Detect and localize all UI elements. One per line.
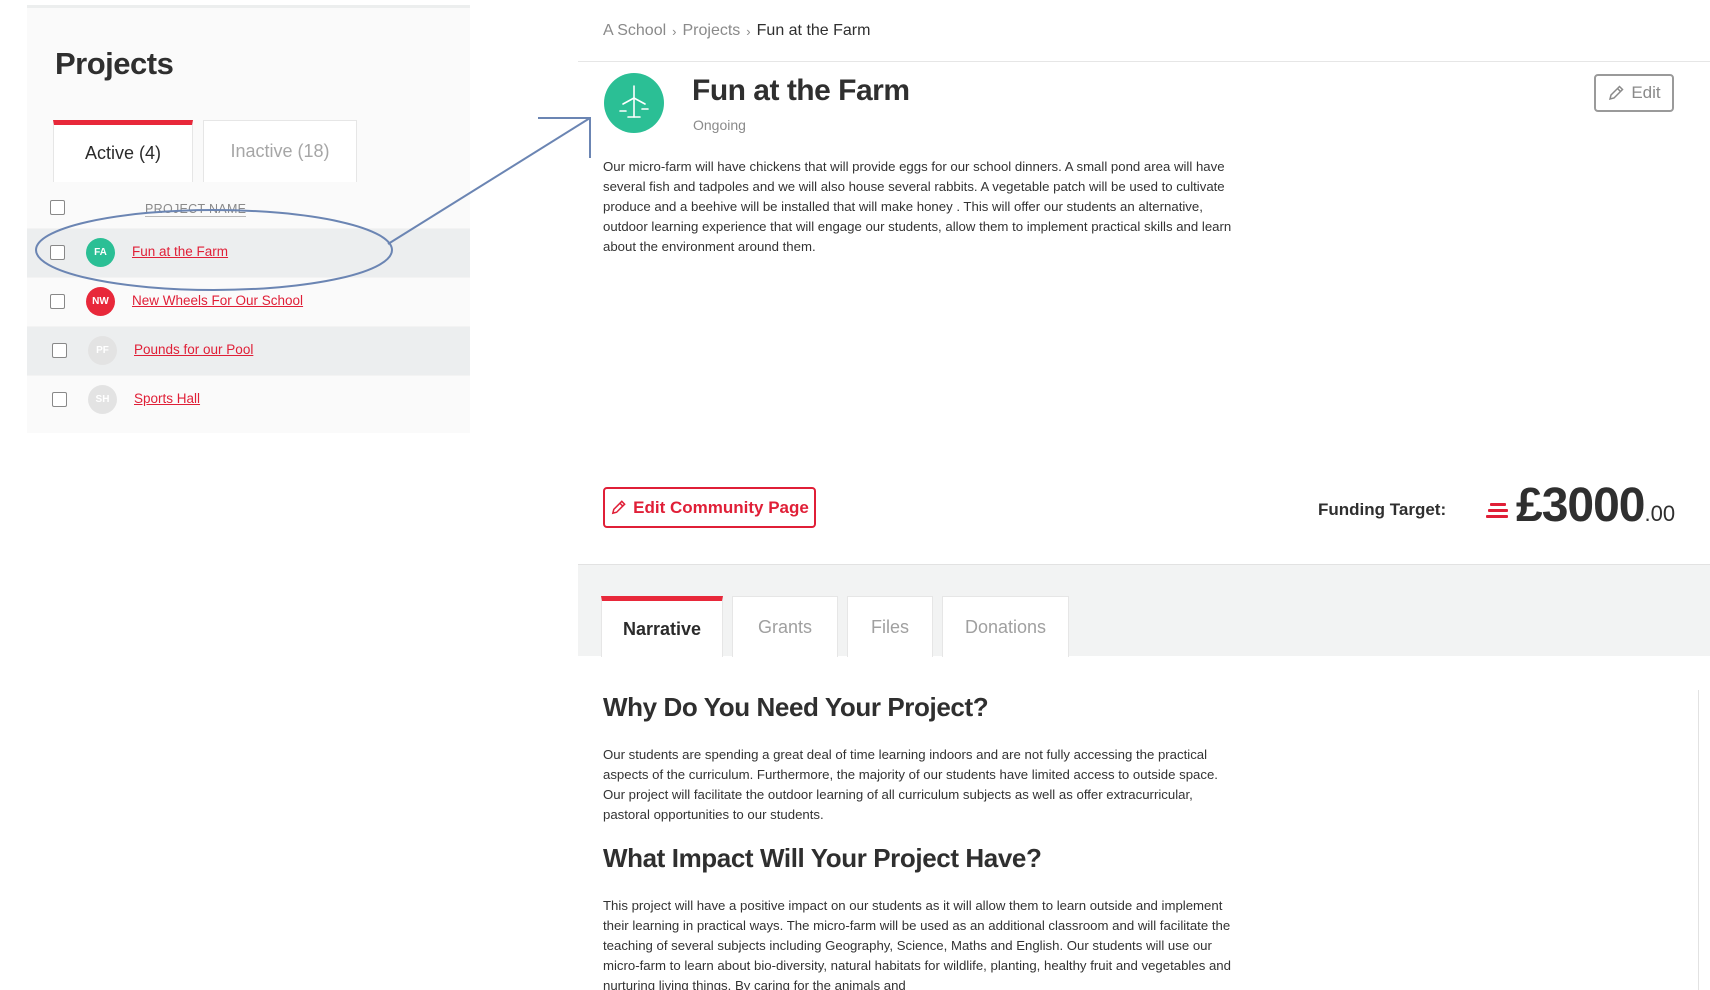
table-row: PF Pounds for our Pool [27,326,470,375]
avatar: NW [86,287,115,316]
pencil-icon [1609,85,1624,101]
project-detail-panel: A School › Projects › Fun at the Farm Fu… [578,0,1710,990]
project-title: Fun at the Farm [692,74,910,107]
tab-donations[interactable]: Donations [942,596,1069,657]
funding-target-amount: £3000.00 [1516,478,1675,533]
edit-button[interactable]: Edit [1594,74,1674,112]
tab-inactive[interactable]: Inactive (18) [203,120,357,182]
project-description: Our micro-farm will have chickens that w… [603,159,1232,254]
row-checkbox[interactable] [50,245,65,260]
breadcrumb-projects[interactable]: Projects [683,22,741,40]
wind-turbine-icon [604,73,664,133]
tab-files[interactable]: Files [847,596,933,657]
avatar: SH [88,385,117,414]
edit-community-page-button[interactable]: Edit Community Page [603,487,816,528]
funding-amount-value: £3000 [1516,479,1645,532]
tab-grants[interactable]: Grants [732,596,838,657]
project-link[interactable]: Fun at the Farm [132,244,228,259]
scroll-edge [1698,690,1699,990]
project-link[interactable]: Sports Hall [134,391,200,406]
funding-amount-cents: .00 [1644,501,1676,526]
divider [578,61,1710,62]
table-row: SH Sports Hall [27,375,470,424]
section-text-impact: This project will have a positive impact… [603,898,1231,990]
project-link[interactable]: Pounds for our Pool [134,342,253,357]
edit-community-page-label: Edit Community Page [633,497,809,517]
project-status: Ongoing [693,117,746,133]
breadcrumb-separator-icon: › [672,24,677,39]
tab-active[interactable]: Active (4) [53,120,193,182]
funding-stack-icon [1486,503,1508,521]
detail-tab-bar: Narrative Grants Files Donations [578,564,1710,657]
column-header-project-name[interactable]: PROJECT NAME [145,202,247,217]
list-header: PROJECT NAME [27,182,470,228]
pencil-icon [611,500,626,515]
avatar: PF [88,336,117,365]
row-checkbox[interactable] [50,294,65,309]
breadcrumb-school[interactable]: A School [603,22,666,40]
breadcrumb: A School › Projects › Fun at the Farm [603,22,870,40]
projects-panel: Projects Active (4) Inactive (18) PROJEC… [27,5,470,433]
section-heading-need: Why Do You Need Your Project? [603,692,989,722]
row-checkbox[interactable] [52,392,67,407]
edit-button-label: Edit [1631,83,1661,102]
tab-narrative[interactable]: Narrative [601,596,723,657]
breadcrumb-current: Fun at the Farm [756,22,871,39]
projects-heading: Projects [55,46,174,81]
section-text-need: Our students are spending a great deal o… [603,747,1218,822]
row-checkbox[interactable] [52,343,67,358]
table-row: FA Fun at the Farm [27,228,470,277]
funding-target-label: Funding Target: [1318,500,1447,519]
project-list: PROJECT NAME FA Fun at the Farm NW New W… [27,182,470,424]
avatar: FA [86,238,115,267]
project-link[interactable]: New Wheels For Our School [132,293,303,308]
select-all-checkbox[interactable] [50,200,65,215]
table-row: NW New Wheels For Our School [27,277,470,326]
section-heading-impact: What Impact Will Your Project Have? [603,843,1042,873]
breadcrumb-separator-icon: › [746,24,751,39]
